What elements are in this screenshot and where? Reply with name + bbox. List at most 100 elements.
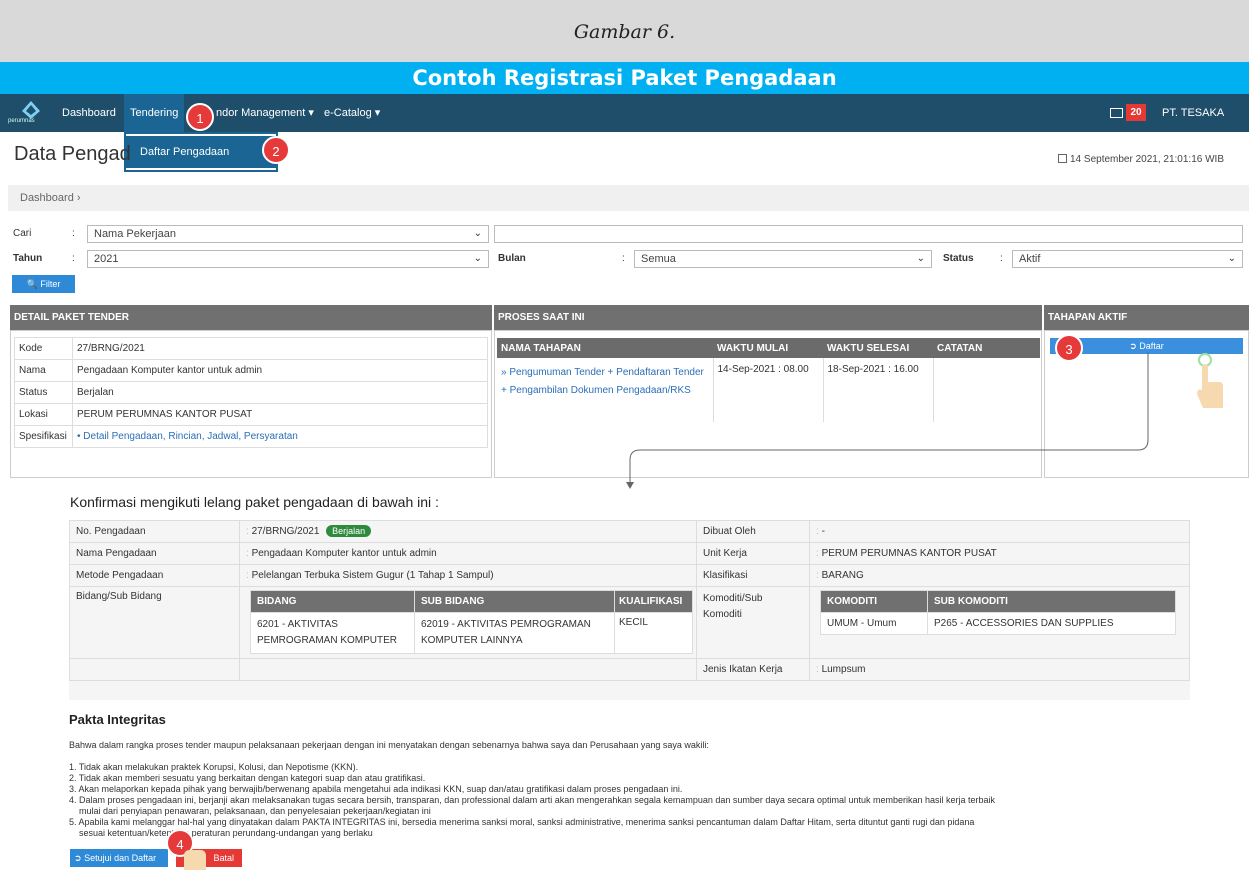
list-item: 2. Tidak akan memberi sesuatu yang berka…	[69, 773, 426, 783]
detail-value: Berjalan	[72, 381, 488, 404]
table-row: Nama Pengadaan Komputer kantor untuk adm…	[14, 359, 488, 382]
col-sub-komoditi: SUB KOMODITI	[927, 590, 1176, 613]
table-row: Metode Pengadaan : Pelelangan Terbuka Si…	[69, 564, 1190, 587]
datetime: 14 September 2021, 21:01:16 WIB	[1070, 154, 1224, 165]
detail-value: Pengadaan Komputer kantor untuk admin	[72, 359, 488, 382]
sub-komoditi-value: P265 - ACCESSORIES DAN SUPPLIES	[927, 612, 1176, 635]
status-select[interactable]: Aktif ⌄	[1012, 250, 1243, 268]
table-row: Kode 27/BRNG/2021	[14, 337, 488, 360]
table-row: 6201 - AKTIVITAS PEMROGRAMAN KOMPUTER 62…	[250, 612, 693, 654]
colon: :	[72, 228, 75, 239]
chevron-down-icon: ⌄	[1227, 253, 1236, 264]
table-row: Lokasi PERUM PERUMNAS KANTOR PUSAT	[14, 403, 488, 426]
section-tahapan-head: TAHAPAN AKTIF	[1044, 305, 1249, 330]
col-bidang: BIDANG	[250, 590, 415, 613]
bidang-table: BIDANG SUB BIDANG KUALIFIKASI 6201 - AKT…	[250, 590, 693, 654]
tahun-label: Tahun	[13, 253, 43, 264]
nav-vendor-management[interactable]: ndor Management ▾	[216, 94, 314, 132]
search-input[interactable]	[494, 225, 1243, 243]
kualifikasi-value: KECIL	[614, 612, 693, 654]
jenis-label: Jenis Ikatan Kerja	[696, 658, 810, 681]
table-row: Jenis Ikatan Kerja : Lumpsum	[69, 658, 1190, 681]
bidang-value: 6201 - AKTIVITAS PEMROGRAMAN KOMPUTER	[250, 612, 415, 654]
nama-value: : Pengadaan Komputer kantor untuk admin	[239, 542, 697, 565]
klasifikasi-label: Klasifikasi	[696, 564, 810, 587]
tahun-select[interactable]: 2021 ⌄	[87, 250, 489, 268]
setuju-daftar-button[interactable]: ➲ Setujui dan Daftar	[70, 849, 168, 867]
spesifikasi-link[interactable]: • Detail Pengadaan, Rincian, Jadwal, Per…	[72, 425, 488, 448]
bulan-select[interactable]: Semua ⌄	[634, 250, 932, 268]
pakta-intro: Bahwa dalam rangka proses tender maupun …	[69, 740, 709, 750]
menu-daftar-pengadaan[interactable]: Daftar Pengadaan	[126, 136, 276, 168]
list-item: 4. Dalam proses pengadaan ini, berjanji …	[69, 795, 996, 805]
hand-pointer-icon	[1197, 353, 1223, 408]
chevron-down-icon: ⌄	[473, 228, 482, 239]
detail-value: PERUM PERUMNAS KANTOR PUSAT	[72, 403, 488, 426]
page-title: Data Pengad	[14, 143, 131, 165]
unit-value: : PERUM PERUMNAS KANTOR PUSAT	[809, 542, 1190, 565]
chevron-down-icon: ⌄	[916, 253, 925, 264]
colon: :	[72, 253, 75, 264]
list-item: sesuai ketentuan/ketentuan peraturan per…	[79, 828, 373, 838]
step-marker-1: 1	[186, 103, 214, 131]
metode-label: Metode Pengadaan	[69, 564, 240, 587]
cari-select-value: Nama Pekerjaan	[94, 228, 176, 240]
detail-table: Kode 27/BRNG/2021 Nama Pengadaan Kompute…	[14, 337, 488, 448]
table-row: Status Berjalan	[14, 381, 488, 404]
company-name[interactable]: PT. TESAKA EPROCURY	[1162, 94, 1249, 157]
sign-in-icon: ➲	[74, 853, 82, 863]
detail-value: 27/BRNG/2021	[72, 337, 488, 360]
detail-label: Status	[14, 381, 73, 404]
detail-label: Nama	[14, 359, 73, 382]
nama-label: Nama Pengadaan	[69, 542, 240, 565]
step-marker-2: 2	[262, 136, 290, 164]
table-header-row: BIDANG SUB BIDANG KUALIFIKASI	[250, 590, 693, 613]
filter-button[interactable]: 🔍 Filter	[12, 275, 75, 293]
colon: :	[622, 253, 625, 264]
detail-label: Lokasi	[14, 403, 73, 426]
table-row: Nama Pengadaan : Pengadaan Komputer kant…	[69, 542, 1190, 565]
section-detail-head: DETAIL PAKET TENDER	[10, 305, 492, 330]
metode-value: : Pelelangan Terbuka Sistem Gugur (1 Tah…	[239, 564, 697, 587]
table-row: Spesifikasi • Detail Pengadaan, Rincian,…	[14, 425, 488, 448]
status-label: Status	[943, 253, 974, 264]
table-row: UMUM - Umum P265 - ACCESSORIES DAN SUPPL…	[820, 612, 1176, 635]
no-value: : 27/BRNG/2021 Berjalan	[239, 520, 697, 543]
pakta-list: 1. Tidak akan melakukan praktek Korupsi,…	[69, 762, 1229, 839]
dibuat-value: : -	[809, 520, 1190, 543]
table-row: No. Pengadaan : 27/BRNG/2021 Berjalan Di…	[69, 520, 1190, 543]
bidang-cell: BIDANG SUB BIDANG KUALIFIKASI 6201 - AKT…	[239, 586, 697, 659]
colon: :	[1000, 253, 1003, 264]
nav-tendering[interactable]: Tendering	[124, 94, 185, 132]
unit-label: Unit Kerja	[696, 542, 810, 565]
col-kualifikasi: KUALIFIKASI	[614, 590, 693, 613]
mail-icon[interactable]	[1110, 108, 1123, 118]
detail-label: Spesifikasi	[14, 425, 73, 448]
connector-arrow	[626, 352, 1149, 489]
hand-pointer-icon	[184, 850, 206, 870]
nav-dashboard[interactable]: Dashboard	[62, 94, 116, 132]
list-item: 1. Tidak akan melakukan praktek Korupsi,…	[69, 762, 359, 772]
notification-badge[interactable]: 20	[1126, 104, 1146, 121]
figure-title: Contoh Registrasi Paket Pengadaan	[0, 62, 1249, 94]
list-item: 5. Apabila kami melanggar hal-hal yang d…	[69, 817, 975, 827]
col-sub-bidang: SUB BIDANG	[414, 590, 615, 613]
komoditi-label: Komoditi/Sub Komoditi	[696, 586, 810, 659]
konfirmasi-title: Konfirmasi mengikuti lelang paket pengad…	[70, 494, 439, 510]
bidang-label: Bidang/Sub Bidang	[69, 586, 240, 659]
calendar-icon	[1058, 154, 1067, 163]
chevron-down-icon: ⌄	[473, 253, 482, 264]
tahun-select-value: 2021	[94, 253, 119, 265]
nav-e-catalog[interactable]: e-Catalog ▾	[324, 94, 380, 132]
no-label: No. Pengadaan	[69, 520, 240, 543]
klasifikasi-value: : BARANG	[809, 564, 1190, 587]
cari-select[interactable]: Nama Pekerjaan ⌄	[87, 225, 489, 243]
dibuat-label: Dibuat Oleh	[696, 520, 810, 543]
konfirmasi-table: No. Pengadaan : 27/BRNG/2021 Berjalan Di…	[69, 520, 1190, 681]
section-proses-head: PROSES SAAT INI	[494, 305, 1042, 330]
figure-caption: Gambar 6.	[573, 21, 676, 43]
breadcrumb[interactable]: Dashboard ›	[8, 185, 1249, 211]
col-komoditi: KOMODITI	[820, 590, 928, 613]
cari-label: Cari	[13, 228, 32, 239]
empty-cell	[69, 658, 240, 681]
